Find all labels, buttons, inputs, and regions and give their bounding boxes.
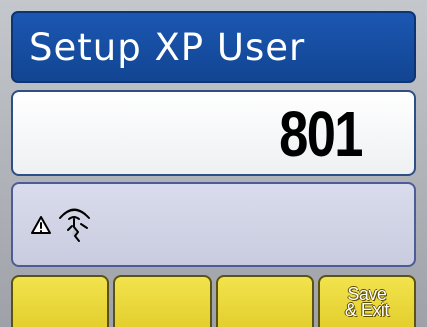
value-display: 801 [11, 90, 416, 176]
user-value: 801 [279, 98, 363, 170]
save-exit-label: Save & Exit [344, 284, 390, 320]
title-bar: Setup XP User [11, 11, 416, 83]
device-screen: Setup XP User 801 Save & Exit [0, 0, 427, 327]
warning-signal-icon [31, 208, 90, 242]
save-exit-button[interactable]: Save & Exit [317, 275, 416, 327]
softkey-3[interactable] [215, 275, 314, 327]
softkey-2[interactable] [113, 275, 212, 327]
softkey-1[interactable] [11, 275, 110, 327]
status-panel [11, 182, 416, 267]
screen-title: Setup XP User [29, 26, 306, 69]
softkey-bar: Save & Exit [11, 275, 416, 327]
